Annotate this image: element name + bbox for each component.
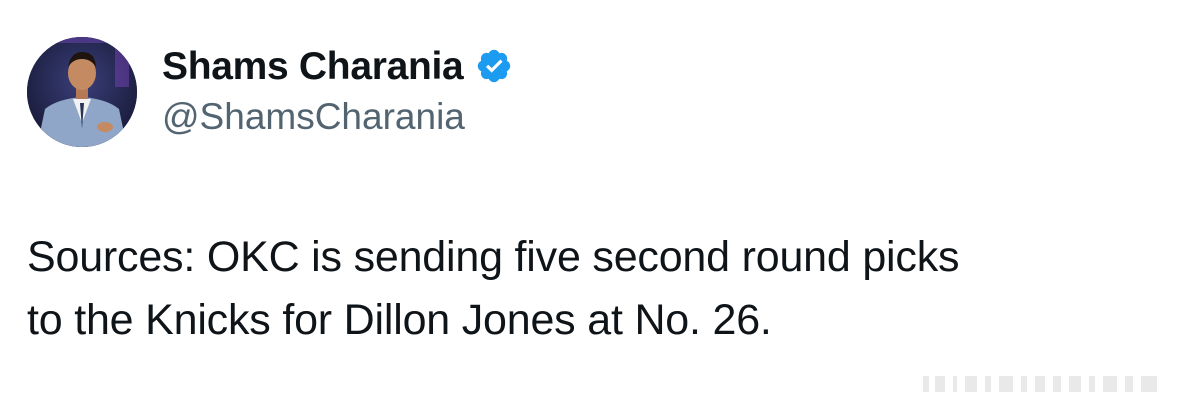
verified-badge-icon: [475, 47, 513, 85]
profile-photo-icon: [27, 37, 137, 147]
tweet-body: Sources: OKC is sending five second roun…: [27, 226, 1157, 352]
tweet-text-line: to the Knicks for Dillon Jones at No. 26…: [27, 296, 772, 344]
author-display-name[interactable]: Shams Charania: [162, 47, 464, 86]
tweet-text-line: Sources: OKC is sending five second roun…: [27, 233, 960, 281]
author-name-row: Shams Charania: [162, 40, 513, 92]
avatar[interactable]: [27, 37, 137, 147]
tweet-card: Shams Charania @ShamsCharania Sources: O…: [0, 0, 1179, 410]
author-handle[interactable]: @ShamsCharania: [162, 96, 465, 138]
watermark-graphic: [921, 372, 1161, 396]
